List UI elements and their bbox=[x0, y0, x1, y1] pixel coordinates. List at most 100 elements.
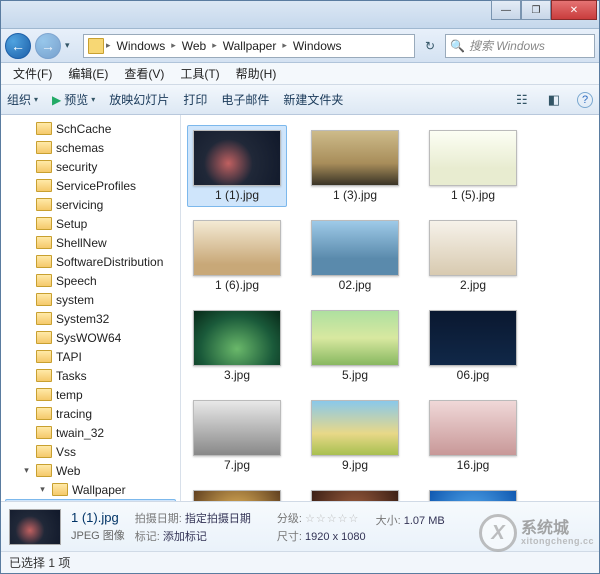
file-label: 02.jpg bbox=[339, 278, 372, 292]
thumbnail bbox=[311, 130, 399, 186]
folder-tree[interactable]: ▸SchCache▸schemas▸security▸ServiceProfil… bbox=[1, 115, 181, 501]
chevron-down-icon: ▾ bbox=[91, 95, 95, 104]
menu-file[interactable]: 文件(F) bbox=[5, 63, 60, 84]
refresh-button[interactable]: ↻ bbox=[419, 39, 441, 53]
file-item[interactable]: 02.jpg bbox=[305, 215, 405, 297]
folder-icon bbox=[36, 407, 52, 420]
tree-item[interactable]: ▸schemas bbox=[1, 138, 180, 157]
new-folder-button[interactable]: 新建文件夹 bbox=[283, 91, 343, 108]
toolbar: 组织 ▾ ▶ 预览 ▾ 放映幻灯片 打印 电子邮件 新建文件夹 ☷ ◧ ? bbox=[1, 85, 599, 115]
file-item[interactable]: 3.jpg bbox=[187, 305, 287, 387]
file-item[interactable]: 7.jpg bbox=[187, 395, 287, 477]
breadcrumb[interactable]: ▸ Windows ▸ Web ▸ Wallpaper ▸ Windows bbox=[83, 34, 415, 58]
tree-item[interactable]: ▸servicing bbox=[1, 195, 180, 214]
organize-label: 组织 bbox=[7, 91, 31, 108]
file-item[interactable] bbox=[423, 485, 523, 501]
file-item[interactable]: 5.jpg bbox=[305, 305, 405, 387]
rating-label: 分级: bbox=[277, 513, 302, 525]
menu-view[interactable]: 查看(V) bbox=[116, 63, 172, 84]
menu-edit[interactable]: 编辑(E) bbox=[60, 63, 116, 84]
tree-item[interactable]: ▸Vss bbox=[1, 442, 180, 461]
tree-item[interactable]: ▸TAPI bbox=[1, 347, 180, 366]
file-item[interactable] bbox=[305, 485, 405, 501]
back-button[interactable]: ← bbox=[5, 33, 31, 59]
maximize-button[interactable]: ❐ bbox=[521, 0, 551, 20]
details-filename: 1 (1).jpg bbox=[71, 510, 125, 525]
tree-item[interactable]: ▸temp bbox=[1, 385, 180, 404]
file-list[interactable]: 1 (1).jpg 1 (3).jpg 1 (5).jpg 1 (6).jpg 02.j… bbox=[181, 115, 599, 501]
tree-item-label: SysWOW64 bbox=[56, 331, 121, 345]
breadcrumb-sep: ▸ bbox=[282, 40, 287, 51]
search-icon: 🔍 bbox=[450, 39, 465, 53]
organize-button[interactable]: 组织 ▾ bbox=[7, 91, 38, 108]
thumbnail bbox=[193, 220, 281, 276]
breadcrumb-item[interactable]: Windows bbox=[113, 39, 170, 53]
tree-item[interactable]: ▾Web bbox=[1, 461, 180, 480]
tree-item[interactable]: ▸twain_32 bbox=[1, 423, 180, 442]
file-item[interactable]: 1 (3).jpg bbox=[305, 125, 405, 207]
preview-pane-button[interactable]: ◧ bbox=[545, 92, 563, 108]
tree-item[interactable]: ▸system bbox=[1, 290, 180, 309]
view-mode-button[interactable]: ☷ bbox=[513, 92, 531, 108]
tree-item[interactable]: ▸SchCache bbox=[1, 119, 180, 138]
file-item[interactable] bbox=[187, 485, 287, 501]
expander-icon[interactable]: ▾ bbox=[37, 484, 48, 495]
tree-item[interactable]: ▸Tasks bbox=[1, 366, 180, 385]
breadcrumb-item[interactable]: Windows bbox=[289, 39, 346, 53]
tree-item[interactable]: ▸security bbox=[1, 157, 180, 176]
breadcrumb-item[interactable]: Wallpaper bbox=[219, 39, 281, 53]
folder-icon bbox=[36, 122, 52, 135]
tags-value[interactable]: 添加标记 bbox=[163, 531, 207, 543]
tree-item[interactable]: ▸Setup bbox=[1, 214, 180, 233]
tree-item[interactable]: ▸System32 bbox=[1, 309, 180, 328]
rating-stars[interactable]: ☆☆☆☆☆ bbox=[305, 513, 359, 525]
menu-tools[interactable]: 工具(T) bbox=[172, 63, 227, 84]
tree-item[interactable]: ▸Speech bbox=[1, 271, 180, 290]
date-label: 拍摄日期: bbox=[135, 513, 182, 525]
tree-item-label: System32 bbox=[56, 312, 109, 326]
file-item[interactable]: 1 (5).jpg bbox=[423, 125, 523, 207]
file-label: 1 (3).jpg bbox=[333, 188, 377, 202]
file-item[interactable]: 1 (1).jpg bbox=[187, 125, 287, 207]
folder-icon bbox=[36, 350, 52, 363]
tree-item[interactable]: ▸ServiceProfiles bbox=[1, 176, 180, 195]
help-button[interactable]: ? bbox=[577, 92, 593, 108]
email-button[interactable]: 电子邮件 bbox=[221, 91, 269, 108]
tree-item[interactable]: ▾Wallpaper bbox=[1, 480, 180, 499]
search-box[interactable]: 🔍 搜索 Windows bbox=[445, 34, 595, 58]
folder-icon bbox=[36, 388, 52, 401]
tree-item-label: ShellNew bbox=[56, 236, 107, 250]
file-item[interactable]: 9.jpg bbox=[305, 395, 405, 477]
history-dropdown[interactable]: ▾ bbox=[65, 40, 79, 51]
close-button[interactable]: ✕ bbox=[551, 0, 597, 20]
tree-item[interactable]: ▸tracing bbox=[1, 404, 180, 423]
tree-item[interactable]: ▸SysWOW64 bbox=[1, 328, 180, 347]
chevron-down-icon: ▾ bbox=[34, 95, 38, 104]
file-item[interactable]: 2.jpg bbox=[423, 215, 523, 297]
date-value[interactable]: 指定拍摄日期 bbox=[185, 513, 251, 525]
preview-label: 预览 bbox=[64, 91, 88, 108]
menu-help[interactable]: 帮助(H) bbox=[228, 63, 285, 84]
file-item[interactable]: 06.jpg bbox=[423, 305, 523, 387]
thumbnail bbox=[429, 490, 517, 501]
tree-item[interactable]: ▸ShellNew bbox=[1, 233, 180, 252]
breadcrumb-item[interactable]: Web bbox=[178, 39, 210, 53]
preview-button[interactable]: ▶ 预览 ▾ bbox=[52, 91, 95, 108]
file-item[interactable]: 16.jpg bbox=[423, 395, 523, 477]
window-controls: — ❐ ✕ bbox=[491, 0, 597, 20]
expander-icon[interactable]: ▾ bbox=[21, 465, 32, 476]
dims-label: 尺寸: bbox=[277, 531, 302, 543]
print-button[interactable]: 打印 bbox=[183, 91, 207, 108]
minimize-button[interactable]: — bbox=[491, 0, 521, 20]
thumbnail bbox=[311, 310, 399, 366]
thumbnail bbox=[193, 310, 281, 366]
tags-label: 标记: bbox=[135, 531, 160, 543]
file-item[interactable]: 1 (6).jpg bbox=[187, 215, 287, 297]
file-label: 16.jpg bbox=[457, 458, 490, 472]
tree-item[interactable]: ▸SoftwareDistribution bbox=[1, 252, 180, 271]
folder-icon bbox=[36, 255, 52, 268]
tree-item-label: TAPI bbox=[56, 350, 82, 364]
forward-button[interactable]: → bbox=[35, 33, 61, 59]
explorer-window: — ❐ ✕ ← → ▾ ▸ Windows ▸ Web ▸ Wallpaper … bbox=[0, 0, 600, 574]
slideshow-button[interactable]: 放映幻灯片 bbox=[109, 91, 169, 108]
